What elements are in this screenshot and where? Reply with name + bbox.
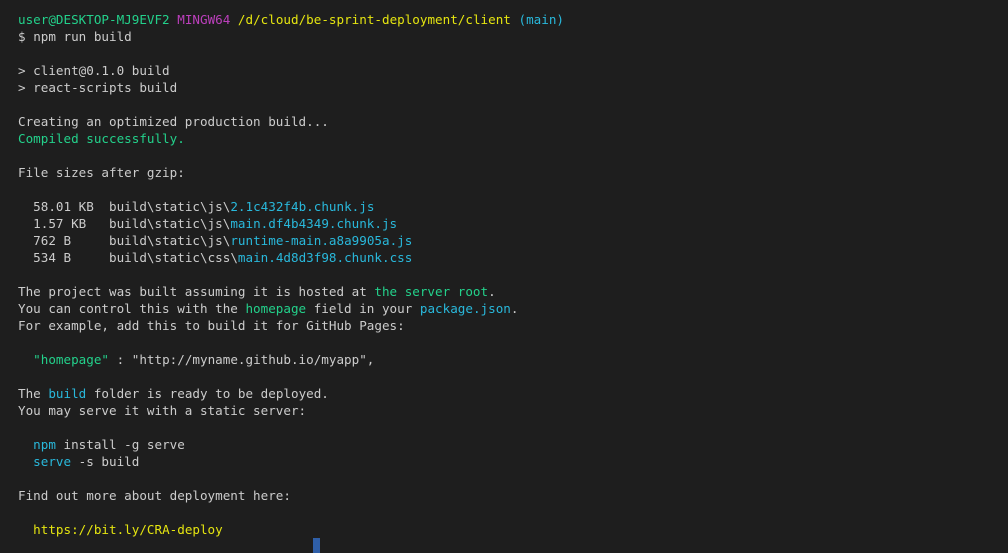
build-highlight: build [48, 386, 87, 401]
hosting-line: For example, add this to build it for Gi… [18, 318, 405, 333]
file-size-row: 58.01 KB build\static\js\2.1c432f4b.chun… [18, 198, 1008, 215]
homepage-key: "homepage" [33, 352, 109, 367]
serve-command-args: install -g serve [55, 437, 185, 452]
prompt-line: user@DESKTOP-MJ9EVF2 MINGW64 /d/cloud/be… [18, 11, 1008, 28]
serve-command: serve -s build [18, 453, 1008, 470]
prompt-path: /d/cloud/be-sprint-deployment/client [237, 12, 511, 27]
deploy-more-text: Find out more about deployment here: [18, 488, 291, 503]
homepage-comma: , [366, 352, 375, 367]
prompt-symbol: $ [18, 29, 26, 44]
file-size-row: 762 B build\static\js\runtime-main.a8a99… [18, 232, 1008, 249]
serve-keyword: serve [33, 454, 72, 469]
command-line: $ npm run build [18, 28, 1008, 45]
file-size: 1.57 KB [33, 216, 87, 231]
file-size: 534 B [33, 250, 72, 265]
deploy-text: The [18, 386, 49, 401]
file-size-row: 1.57 KB build\static\js\main.df4b4349.ch… [18, 215, 1008, 232]
prompt-shell: MINGW64 [177, 12, 231, 27]
file-dir: build\static\js\ [109, 199, 231, 214]
serve-command-args: -s build [71, 454, 140, 469]
terminal-window[interactable]: user@DESKTOP-MJ9EVF2 MINGW64 /d/cloud/be… [0, 0, 1008, 553]
command-text: npm run build [33, 29, 132, 44]
hosting-text: . [488, 284, 496, 299]
deploy-line: You may serve it with a static server: [18, 403, 307, 418]
file-name: 2.1c432f4b.chunk.js [230, 199, 375, 214]
hosting-text: field in your [306, 301, 420, 316]
homepage-highlight: homepage [245, 301, 307, 316]
hosting-text: You can control this with the [18, 301, 246, 316]
terminal-cursor [313, 538, 320, 553]
homepage-example: "homepage" : "http://myname.github.io/my… [18, 351, 1008, 368]
compiled-success-text: Compiled successfully. [18, 131, 185, 146]
package-json-highlight: package.json [419, 301, 511, 316]
serve-command: npm install -g serve [18, 436, 1008, 453]
file-size-row: 534 B build\static\css\main.4d8d3f98.chu… [18, 249, 1008, 266]
hosting-line: You can control this with the homepage f… [18, 300, 1008, 317]
server-root-highlight: the server root [374, 284, 489, 299]
deploy-link-line: https://bit.ly/CRA-deploy [18, 521, 1008, 538]
prompt-branch: (main) [518, 12, 564, 27]
prompt-user-host: user@DESKTOP-MJ9EVF2 [18, 12, 170, 27]
script-header-line: > react-scripts build [18, 80, 178, 95]
npm-keyword: npm [33, 437, 56, 452]
file-size: 762 B [33, 233, 72, 248]
deploy-link[interactable]: https://bit.ly/CRA-deploy [33, 522, 223, 537]
file-size: 58.01 KB [33, 199, 94, 214]
homepage-separator: : [109, 352, 132, 367]
file-dir: build\static\css\ [109, 250, 238, 265]
script-header-line: > client@0.1.0 build [18, 63, 170, 78]
file-name: runtime-main.a8a9905a.js [230, 233, 413, 248]
deploy-line: The build folder is ready to be deployed… [18, 385, 1008, 402]
hosting-line: The project was built assuming it is hos… [18, 283, 1008, 300]
deploy-text: folder is ready to be deployed. [86, 386, 329, 401]
creating-build-text: Creating an optimized production build..… [18, 114, 329, 129]
file-sizes-heading: File sizes after gzip: [18, 165, 185, 180]
file-name: main.4d8d3f98.chunk.css [237, 250, 413, 265]
homepage-value: "http://myname.github.io/myapp" [131, 352, 367, 367]
file-name: main.df4b4349.chunk.js [230, 216, 398, 231]
hosting-text: The project was built assuming it is hos… [18, 284, 375, 299]
file-dir: build\static\js\ [109, 216, 231, 231]
hosting-text: . [510, 301, 519, 316]
file-dir: build\static\js\ [109, 233, 231, 248]
